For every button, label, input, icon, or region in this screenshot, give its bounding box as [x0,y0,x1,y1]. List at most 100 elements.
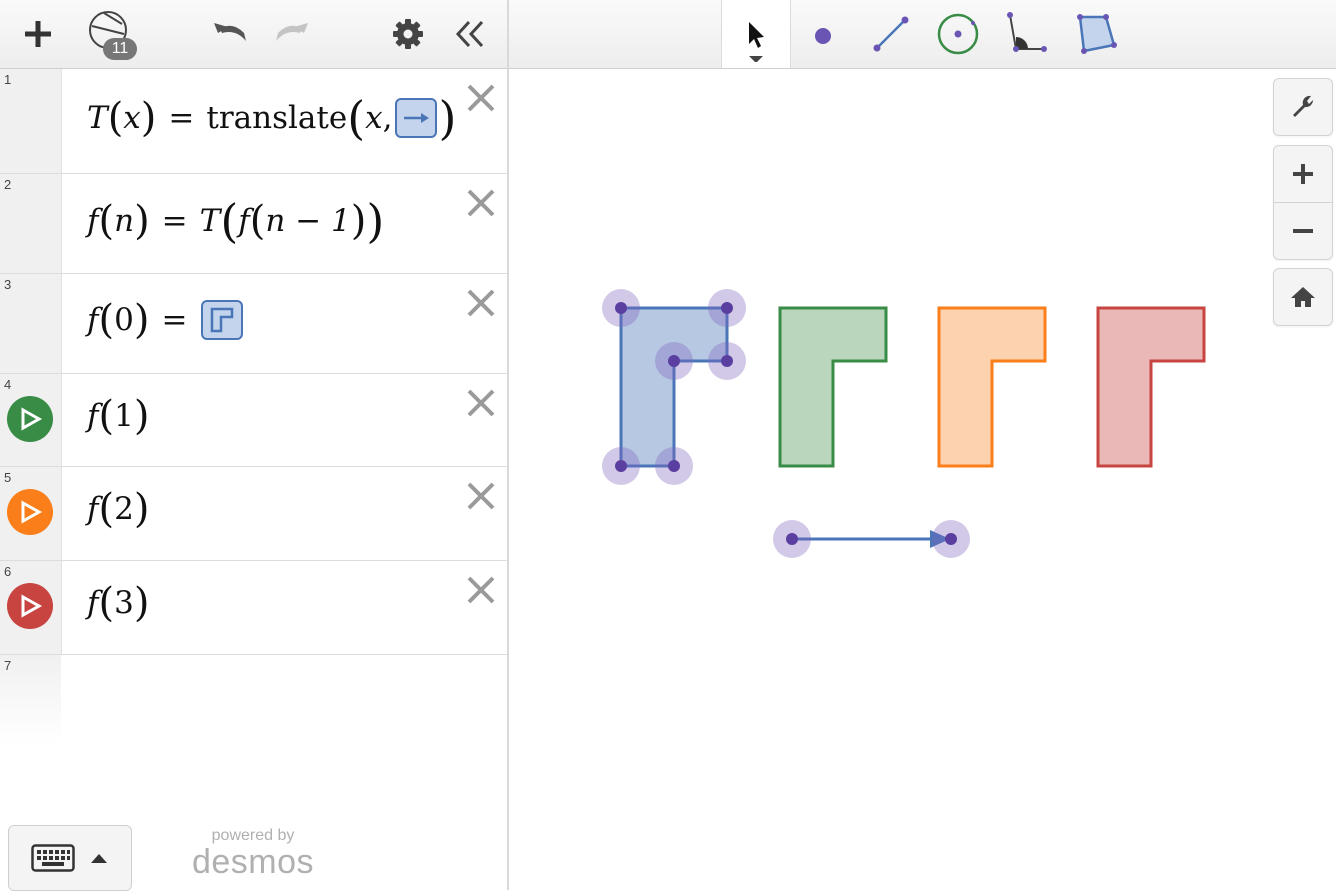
polygon-original[interactable] [619,306,729,468]
close-icon [467,289,495,317]
home-button[interactable] [1273,268,1333,326]
expression-list: 1 T ( x ) = translate ( x , ) 2 f (n) … [0,69,507,745]
angle-tool[interactable] [997,6,1053,62]
expression-gutter: 5 [0,467,62,560]
math-variable: x [123,100,141,136]
graph-settings-button[interactable] [1273,78,1333,136]
close-icon [467,389,495,417]
caret-up-icon [91,854,107,863]
graph-canvas[interactable] [509,69,1336,890]
expression-gutter: 3 [0,274,62,373]
close-icon [467,576,495,604]
polygon-thumbnail[interactable] [201,300,244,340]
delete-expression-button[interactable] [466,388,496,418]
zoom-in-button[interactable] [1274,146,1332,202]
point-icon [815,28,831,44]
visibility-toggle-red[interactable] [7,583,53,629]
expression-row-6[interactable]: 6 f ( 3 ) [0,561,507,655]
delete-expression-button[interactable] [466,188,496,218]
expression-row-1[interactable]: 1 T ( x ) = translate ( x , ) [0,69,507,174]
expression-input[interactable]: f ( 1 ) [87,396,149,436]
redo-button[interactable] [266,8,318,60]
collapse-panel-button[interactable] [444,8,496,60]
math-paren: ) [134,198,150,244]
math-variable: x [365,100,383,136]
math-number: 0 [114,302,134,338]
graph-settings-cell[interactable] [1274,79,1332,135]
math-function-name: f [87,203,99,239]
math-paren: ( [98,297,115,343]
zoom-controls [1273,145,1333,260]
expression-gutter: 1 [0,69,62,173]
expression-input[interactable]: f ( 2 ) [87,489,149,529]
math-equals: = [161,302,188,338]
home-cell[interactable] [1274,269,1332,325]
expression-number: 7 [4,658,12,673]
arrow-right-icon [403,113,429,123]
math-paren: ( [107,95,124,141]
add-item-button[interactable] [12,8,64,60]
math-paren: ) [366,194,385,248]
expression-row-2[interactable]: 2 f ( n ) = T ( f ( n − 1 ) ) [0,174,507,274]
geometry-count-badge: 11 [103,38,137,60]
expression-input[interactable]: T ( x ) = translate ( x , ) [87,95,456,141]
point-tool[interactable] [795,6,851,62]
keyboard-toggle-button[interactable] [8,825,132,891]
play-triangle-icon [21,407,43,431]
expression-input[interactable]: f ( n ) = T ( f ( n − 1 ) ) [87,198,384,244]
circle-icon [937,13,979,55]
math-equals: = [168,100,195,136]
expression-row-4[interactable]: 4 f ( 1 ) [0,374,507,467]
expression-toolbar: 11 [0,0,507,69]
visibility-toggle-orange[interactable] [7,489,53,535]
segment-tool[interactable] [863,6,919,62]
math-paren: ) [438,91,457,145]
math-paren: ( [347,91,366,145]
polygon-tool[interactable] [1067,6,1123,62]
undo-icon [214,23,246,41]
close-icon [467,482,495,510]
math-paren: ( [98,198,115,244]
polygon-translated-1[interactable] [778,306,888,468]
math-paren: ) [133,580,150,626]
expression-input[interactable]: f ( 3 ) [87,583,149,623]
delete-expression-button[interactable] [466,481,496,511]
math-paren: ( [98,580,115,626]
plus-icon [25,21,51,47]
expression-input[interactable]: f ( 0 ) = [87,300,245,340]
math-paren: ) [133,486,150,532]
math-paren: ( [220,194,239,248]
math-function-name: translate [206,100,348,136]
play-triangle-icon [21,500,43,524]
expression-row-5[interactable]: 5 f ( 2 ) [0,467,507,561]
delete-expression-button[interactable] [466,575,496,605]
expression-gutter: 7 [0,655,61,745]
math-number: 3 [114,585,134,621]
delete-expression-button[interactable] [466,288,496,318]
vector-thumbnail[interactable] [394,98,437,138]
play-triangle-icon [21,594,43,618]
expression-row-3[interactable]: 3 f ( 0 ) = [0,274,507,374]
expression-number: 4 [4,377,12,392]
math-function-name: f [238,203,250,239]
polygon-translated-2[interactable] [937,306,1047,468]
pointer-tool[interactable] [721,0,791,68]
undo-button[interactable] [204,8,256,60]
polygon-icon [1077,14,1117,54]
zoom-out-icon [1293,229,1313,233]
polygon-translated-3[interactable] [1096,306,1206,468]
visibility-toggle-green[interactable] [7,396,53,442]
pointer-icon [749,22,764,62]
circle-tool[interactable] [930,6,986,62]
translation-vector[interactable] [773,520,970,558]
wrench-icon [1293,95,1314,117]
double-chevron-left-icon [455,20,484,48]
math-paren: ) [133,393,150,439]
math-paren: ) [133,297,150,343]
delete-expression-button[interactable] [466,83,496,113]
zoom-out-button[interactable] [1274,202,1332,259]
expression-row-7[interactable]: 7 [0,655,507,745]
settings-button[interactable] [382,8,434,60]
expression-number: 5 [4,470,12,485]
zoom-in-icon [1293,164,1313,184]
